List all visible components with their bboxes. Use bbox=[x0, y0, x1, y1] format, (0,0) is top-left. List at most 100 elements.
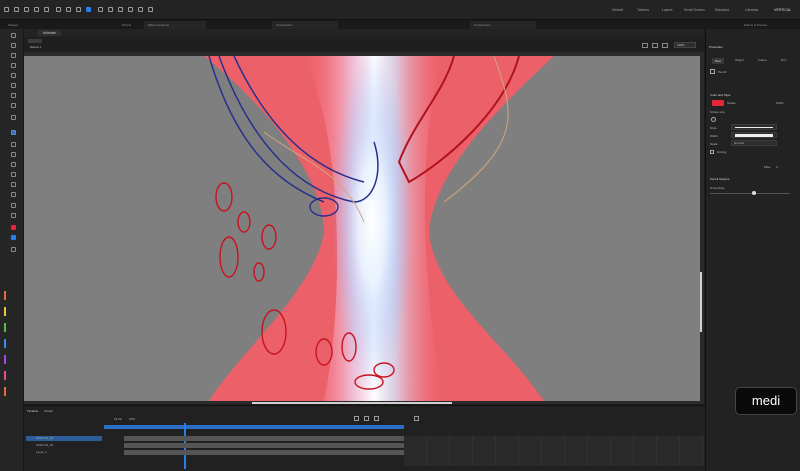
forward-icon[interactable] bbox=[374, 416, 379, 421]
line-tool-icon[interactable] bbox=[11, 93, 16, 98]
eyedropper-icon[interactable] bbox=[138, 7, 143, 12]
home-icon[interactable] bbox=[4, 7, 9, 12]
eyedropper-tool-icon[interactable] bbox=[11, 182, 16, 187]
hinting-checkbox[interactable] bbox=[710, 150, 714, 154]
fill-color-swatch-icon[interactable] bbox=[11, 235, 16, 240]
layer-row[interactable]: Layer_1 bbox=[26, 450, 102, 455]
tab-doc[interactable]: Doc bbox=[781, 58, 786, 62]
frame-row[interactable] bbox=[124, 443, 404, 448]
oval-tool-icon[interactable] bbox=[11, 115, 16, 120]
edit-symbols-icon[interactable] bbox=[642, 43, 648, 48]
play-icon[interactable] bbox=[364, 416, 369, 421]
workspace-vertical[interactable]: VERTICAL bbox=[774, 8, 791, 12]
eraser-tool-icon[interactable] bbox=[11, 192, 16, 197]
redo-icon[interactable] bbox=[66, 7, 71, 12]
rectangle-tool-icon[interactable] bbox=[11, 103, 16, 108]
scene-breadcrumb[interactable]: Scene 1 bbox=[30, 45, 41, 49]
clip-icon[interactable] bbox=[652, 43, 658, 48]
panel-tab-effects-presets[interactable]: Effects & Presets bbox=[740, 21, 767, 29]
layer-row[interactable]: SKETCH_02 bbox=[26, 443, 102, 448]
pen-tool-icon[interactable] bbox=[11, 73, 16, 78]
width-select[interactable] bbox=[731, 132, 777, 138]
frame-ruler[interactable] bbox=[104, 425, 404, 429]
brush-tool-icon[interactable] bbox=[11, 142, 16, 147]
pen-icon[interactable] bbox=[98, 7, 103, 12]
free-transform-tool-icon[interactable] bbox=[11, 53, 16, 58]
frame-row[interactable] bbox=[124, 436, 404, 441]
panel-tab-composition-1[interactable]: Composition bbox=[272, 21, 338, 29]
paint-brush-tool-icon[interactable] bbox=[11, 152, 16, 157]
workspace-libraries[interactable]: Libraries bbox=[745, 8, 758, 12]
hand-tool-icon[interactable] bbox=[11, 203, 16, 208]
panel-tab-composition-2[interactable]: Composition bbox=[470, 21, 536, 29]
smoothing-slider-handle[interactable] bbox=[752, 191, 756, 195]
text-tool-icon[interactable] bbox=[11, 83, 16, 88]
stroke-color-swatch[interactable] bbox=[712, 100, 724, 106]
workspace-standard[interactable]: Standard bbox=[715, 8, 729, 12]
active-tool-icon[interactable] bbox=[86, 7, 91, 12]
layer-color-strip bbox=[4, 339, 6, 348]
stage-area[interactable] bbox=[24, 52, 704, 404]
tab-object[interactable]: Object bbox=[735, 58, 744, 62]
fps-value[interactable]: 24.00 bbox=[114, 417, 122, 421]
frame-row[interactable] bbox=[124, 450, 404, 455]
layer-row[interactable]: SKETCH_03 bbox=[26, 436, 102, 441]
stroke-percent[interactable]: 100% bbox=[776, 101, 784, 105]
paint-bucket-tool-icon[interactable] bbox=[11, 172, 16, 177]
center-stage-icon[interactable] bbox=[662, 43, 668, 48]
smoothing-label: Smoothing bbox=[710, 186, 725, 190]
hand-icon[interactable] bbox=[34, 7, 39, 12]
workspace-default[interactable]: Default bbox=[612, 8, 623, 12]
smoothing-slider[interactable] bbox=[710, 193, 790, 194]
back-button[interactable] bbox=[28, 39, 42, 43]
bone-tool-icon[interactable] bbox=[11, 162, 16, 167]
vertical-scrollbar bbox=[700, 272, 702, 332]
tab-timeline[interactable]: Timeline bbox=[27, 409, 38, 413]
shape-icon[interactable] bbox=[118, 7, 123, 12]
timeline-panel: Timeline Output 24.00 FPS SKETCH_03 SKET… bbox=[24, 405, 705, 471]
zoom-icon[interactable] bbox=[148, 7, 153, 12]
rewind-icon[interactable] bbox=[354, 416, 359, 421]
section-pencil-options[interactable]: Pencil Options bbox=[710, 177, 729, 181]
stage-canvas[interactable] bbox=[24, 52, 704, 404]
move-icon[interactable] bbox=[24, 7, 29, 12]
tab-output[interactable]: Output bbox=[44, 409, 53, 413]
select-icon[interactable] bbox=[14, 7, 19, 12]
tab-frame[interactable]: Frame bbox=[758, 58, 767, 62]
panel-tab-shapes[interactable]: Shapes bbox=[4, 21, 18, 29]
tool-name: Pencil bbox=[718, 70, 727, 74]
rotate-icon[interactable] bbox=[44, 7, 49, 12]
text-icon[interactable] bbox=[128, 7, 133, 12]
tab-tool[interactable]: Tool bbox=[712, 58, 724, 64]
onion-skin-icon[interactable] bbox=[414, 416, 419, 421]
top-bar: Default Tweens Layers Small Screen Stand… bbox=[0, 0, 800, 20]
subselection-tool-icon[interactable] bbox=[11, 43, 16, 48]
stroke-label: Stroke bbox=[727, 101, 736, 105]
stroke-color-swatch-icon[interactable] bbox=[11, 225, 16, 230]
frame-icon[interactable] bbox=[76, 7, 81, 12]
pencil-tool-icon[interactable] bbox=[11, 130, 16, 135]
hinting-label: Hinting bbox=[717, 150, 727, 154]
stroke-size-icon[interactable] bbox=[711, 117, 716, 122]
properties-title[interactable]: Properties bbox=[709, 45, 723, 49]
workspace-tweens[interactable]: Tweens bbox=[637, 8, 649, 12]
miter-value[interactable]: 3 bbox=[776, 165, 778, 169]
zoom-tool-icon[interactable] bbox=[11, 213, 16, 218]
undo-icon[interactable] bbox=[56, 7, 61, 12]
swap-colors-icon[interactable] bbox=[11, 247, 16, 252]
workspace-layers[interactable]: Layers bbox=[662, 8, 673, 12]
zoom-select[interactable]: 100% bbox=[674, 42, 696, 48]
empty-frames[interactable] bbox=[404, 436, 704, 466]
section-color-style[interactable]: Color and Style bbox=[710, 93, 731, 97]
workspace-small-screen[interactable]: Small Screen bbox=[684, 8, 705, 12]
style-select[interactable] bbox=[731, 124, 777, 130]
lasso-tool-icon[interactable] bbox=[11, 63, 16, 68]
brush-icon[interactable] bbox=[108, 7, 113, 12]
document-tab[interactable]: Animate bbox=[38, 30, 61, 36]
miter-label: Miter bbox=[764, 165, 771, 169]
selection-tool-icon[interactable] bbox=[11, 33, 16, 38]
scale-select[interactable]: Normal bbox=[731, 140, 777, 146]
style-label: Style bbox=[710, 126, 717, 130]
panel-tab-scripts[interactable]: Scripts bbox=[118, 21, 131, 29]
panel-tab-effect-cardinals[interactable]: Effect Cardinals bbox=[144, 21, 206, 29]
